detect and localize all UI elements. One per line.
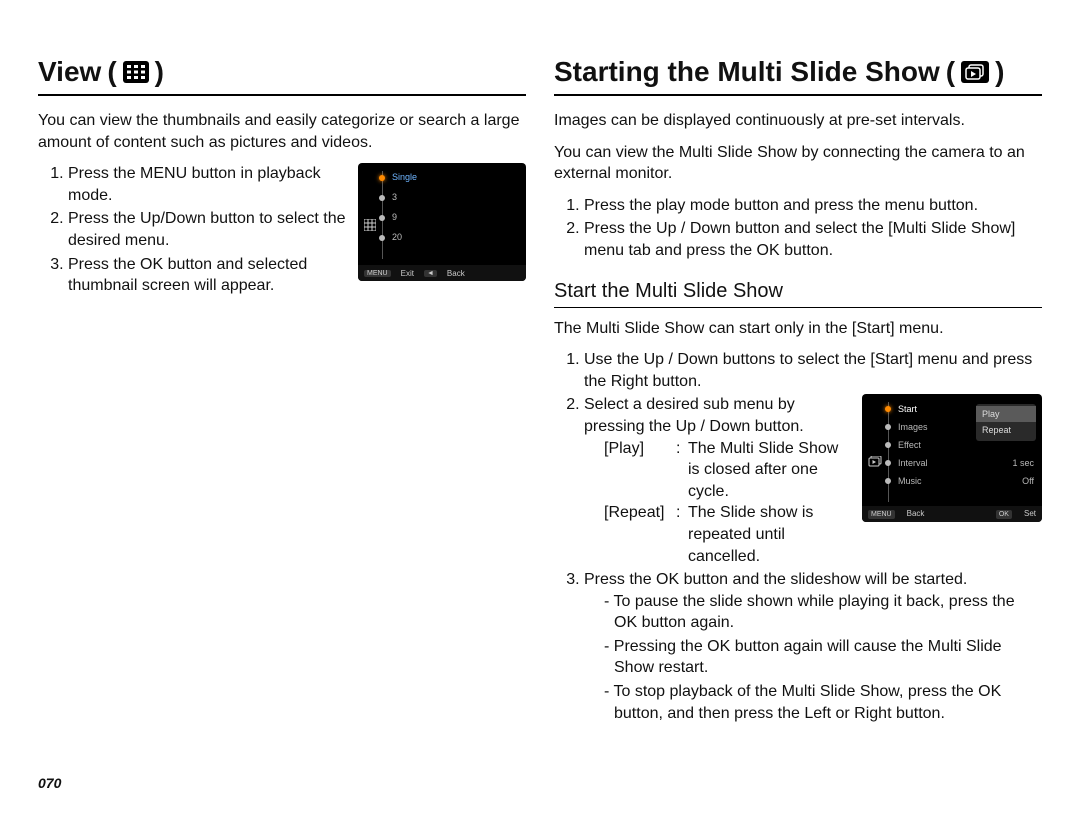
option-play-key: [Play] <box>604 438 676 503</box>
grid-icon <box>364 219 376 231</box>
dash-3: - To stop playback of the Multi Slide Sh… <box>604 681 1042 724</box>
lcd-dot-3 <box>379 215 385 221</box>
lcd2-dot-5 <box>885 478 891 484</box>
lcd2-val-music: Off <box>1022 475 1034 487</box>
right-column: Starting the Multi Slide Show ( ) Images… <box>554 56 1042 775</box>
lcd-exit-chip: MENU <box>364 270 391 277</box>
sub-step-2-main: Select a desired sub menu by pressing th… <box>584 394 848 437</box>
lcd2-val-interval: 1 sec <box>1012 457 1034 469</box>
dash-1-text: To pause the slide shown while playing i… <box>613 593 1014 632</box>
sub-step-3: Press the OK button and the slideshow wi… <box>584 569 1042 724</box>
dash-2: - Pressing the OK button again will caus… <box>604 636 1042 679</box>
slideshow-heading-text: Starting the Multi Slide Show <box>554 56 940 88</box>
view-step-2: Press the Up/Down button to select the d… <box>68 208 346 251</box>
camera-lcd-slideshow: Start Images Effect Interval Music 1 sec… <box>862 394 1042 522</box>
lcd2-dot-4 <box>885 460 891 466</box>
two-column-layout: View ( ) You can view the thumbnails an <box>38 56 1042 775</box>
lcd-exit-label: Exit <box>401 269 414 278</box>
lcd2-back-label: Back <box>907 509 925 520</box>
option-repeat: [Repeat] : The Slide show is repeated un… <box>604 502 848 567</box>
view-step-1: Press the MENU button in playback mode. <box>68 163 346 206</box>
option-repeat-key: [Repeat] <box>604 502 676 567</box>
heading-rule <box>38 94 526 96</box>
lcd2-vline <box>888 402 889 502</box>
lcd2-dot-1 <box>885 406 891 412</box>
start-subheading: Start the Multi Slide Show <box>554 280 1042 303</box>
lcd-back-label: Back <box>447 269 465 278</box>
lcd-row-9: 9 <box>392 212 397 222</box>
option-play-desc: The Multi Slide Show is closed after one… <box>688 438 848 503</box>
dash-2-text: Pressing the OK button again will cause … <box>614 638 1002 677</box>
camera-lcd-view: Single 3 9 20 MENU Exit ◄ Back <box>358 163 526 281</box>
paren-open2: ( <box>946 56 955 88</box>
lcd2-set-label: Set <box>1024 509 1036 520</box>
lcd-dot-2 <box>379 195 385 201</box>
slideshow-heading: Starting the Multi Slide Show ( ) <box>554 56 1042 88</box>
heading-rule-2 <box>554 94 1042 96</box>
lcd2-bottom-bar: MENU Back OK Set <box>862 506 1042 522</box>
view-step-3: Press the OK button and selected thumbna… <box>68 254 346 297</box>
sub-step-2: Select a desired sub menu by pressing th… <box>584 394 1042 567</box>
lcd2-menu-start: Start <box>898 403 917 415</box>
top-step-2: Press the Up / Down button and select th… <box>584 218 1042 261</box>
view-heading-text: View <box>38 56 101 88</box>
sub-intro: The Multi Slide Show can start only in t… <box>554 318 1042 340</box>
dash-3-text: To stop playback of the Multi Slide Show… <box>613 683 1001 722</box>
multi-slideshow-icon <box>961 61 989 83</box>
lcd2-menu-images: Images <box>898 421 928 433</box>
lcd2-dot-3 <box>885 442 891 448</box>
lcd2-menu-interval: Interval <box>898 457 928 469</box>
page-number: 070 <box>38 775 1042 791</box>
left-column: View ( ) You can view the thumbnails an <box>38 56 526 775</box>
slideshow-top-steps: Press the play mode button and press the… <box>554 195 1042 262</box>
popup-play: Play <box>976 406 1036 422</box>
lcd2-popup: Play Repeat <box>976 404 1036 440</box>
option-play: [Play] : The Multi Slide Show is closed … <box>604 438 848 503</box>
lcd2-set-chip: OK <box>996 510 1012 519</box>
slideshow-icon <box>868 456 882 471</box>
view-steps-list: Press the MENU button in playback mode. … <box>38 163 346 299</box>
slideshow-intro2: You can view the Multi Slide Show by con… <box>554 142 1042 185</box>
lcd-dot-4 <box>379 235 385 241</box>
sub-step-3-text: Press the OK button and the slideshow wi… <box>584 571 967 588</box>
view-steps-row: Press the MENU button in playback mode. … <box>38 163 526 299</box>
lcd-row-single: Single <box>392 172 417 182</box>
view-intro: You can view the thumbnails and easily c… <box>38 110 526 153</box>
grid-thumbnails-icon <box>123 61 149 83</box>
colon: : <box>676 502 688 567</box>
paren-open: ( <box>107 56 116 88</box>
colon: : <box>676 438 688 503</box>
view-heading: View ( ) <box>38 56 526 88</box>
top-step-1: Press the play mode button and press the… <box>584 195 1042 217</box>
lcd-bottom-bar: MENU Exit ◄ Back <box>358 265 526 281</box>
lcd2-menu-effect: Effect <box>898 439 921 451</box>
paren-close: ) <box>155 56 164 88</box>
lcd2-menu-music: Music <box>898 475 922 487</box>
option-table: [Play] : The Multi Slide Show is closed … <box>604 438 848 568</box>
popup-repeat: Repeat <box>976 422 1036 438</box>
slideshow-intro1: Images can be displayed continuously at … <box>554 110 1042 132</box>
sub-steps: Use the Up / Down buttons to select the … <box>554 349 1042 724</box>
dash-1: - To pause the slide shown while playing… <box>604 591 1042 634</box>
lcd-back-chip: ◄ <box>424 270 437 277</box>
dash-list: - To pause the slide shown while playing… <box>584 591 1042 725</box>
manual-page: View ( ) You can view the thumbnails an <box>0 0 1080 815</box>
lcd-row-20: 20 <box>392 232 402 242</box>
lcd2-dot-2 <box>885 424 891 430</box>
sub-step-1: Use the Up / Down buttons to select the … <box>584 349 1042 392</box>
sub-rule <box>554 307 1042 308</box>
lcd2-back-chip: MENU <box>868 510 895 519</box>
lcd-row-3: 3 <box>392 192 397 202</box>
sub-step-2-text: Select a desired sub menu by pressing th… <box>584 394 848 567</box>
option-repeat-desc: The Slide show is repeated until cancell… <box>688 502 848 567</box>
lcd-dot-1 <box>379 175 385 181</box>
paren-close2: ) <box>995 56 1004 88</box>
